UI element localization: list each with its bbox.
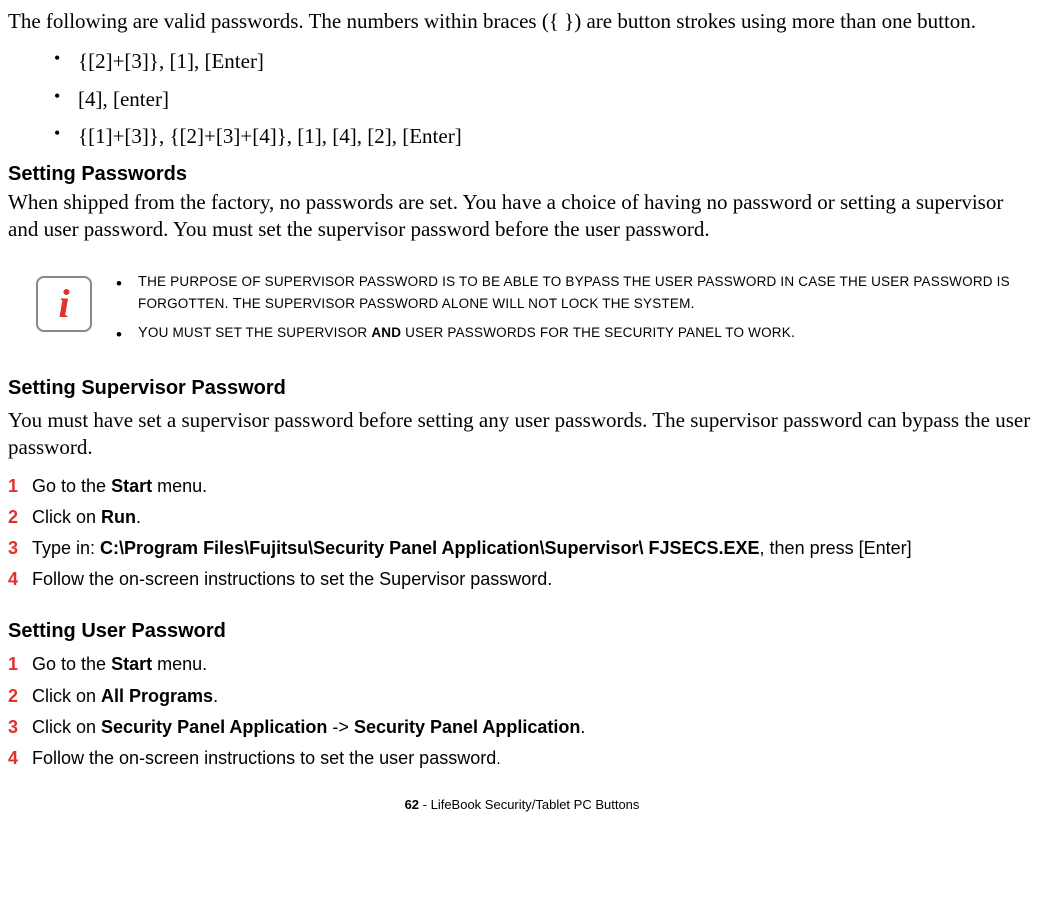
footer-text: - LifeBook Security/Tablet PC Buttons (419, 797, 639, 812)
setting-supervisor-body: You must have set a supervisor password … (8, 407, 1036, 462)
step-item: Follow the on-screen instructions to set… (8, 744, 1036, 775)
supervisor-steps: Go to the Start menu. Click on Run. Type… (8, 472, 1036, 597)
step-item: Follow the on-screen instructions to set… (8, 565, 1036, 596)
step-item: Type in: C:\Program Files\Fujitsu\Securi… (8, 534, 1036, 565)
step-item: Click on Run. (8, 503, 1036, 534)
setting-supervisor-heading: Setting Supervisor Password (8, 375, 1036, 401)
intro-paragraph: The following are valid passwords. The n… (8, 8, 1036, 35)
example-item: {[1]+[3]}, {[2]+[3]+[4]}, [1], [4], [2],… (74, 118, 1036, 155)
password-examples-list: {[2]+[3]}, [1], [Enter] [4], [enter] {[1… (8, 43, 1036, 155)
info-icon: i (36, 276, 92, 332)
step-item: Click on All Programs. (8, 682, 1036, 713)
info-note: THE PURPOSE OF SUPERVISOR PASSWORD IS TO… (138, 272, 1026, 316)
step-item: Go to the Start menu. (8, 650, 1036, 681)
setting-user-heading: Setting User Password (8, 618, 1036, 644)
step-item: Go to the Start menu. (8, 472, 1036, 503)
example-item: {[2]+[3]}, [1], [Enter] (74, 43, 1036, 80)
setting-passwords-body: When shipped from the factory, no passwo… (8, 189, 1036, 244)
step-item: Click on Security Panel Application -> S… (8, 713, 1036, 744)
setting-passwords-heading: Setting Passwords (8, 161, 1036, 187)
user-steps: Go to the Start menu. Click on All Progr… (8, 650, 1036, 775)
info-note: YOU MUST SET THE SUPERVISOR AND USER PAS… (138, 323, 1026, 345)
info-notes-list: THE PURPOSE OF SUPERVISOR PASSWORD IS TO… (116, 272, 1036, 353)
info-note-box: i THE PURPOSE OF SUPERVISOR PASSWORD IS … (8, 272, 1036, 353)
page-footer: 62 - LifeBook Security/Tablet PC Buttons (8, 797, 1036, 814)
example-item: [4], [enter] (74, 81, 1036, 118)
page-number: 62 (405, 797, 419, 812)
